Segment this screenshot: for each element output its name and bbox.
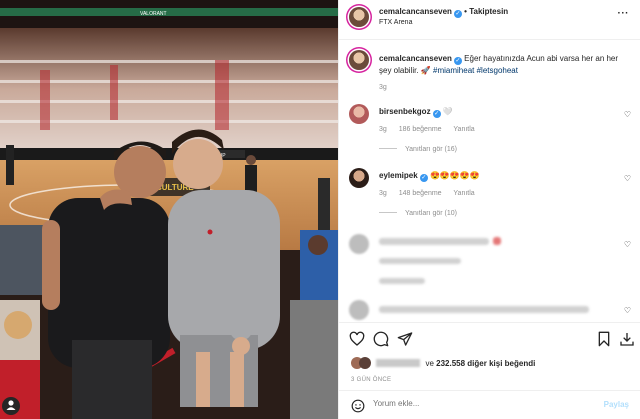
blurred-liker-name: [376, 359, 421, 367]
post-caption: cemalcancanseven ✓ Eğer hayatınızda Acun …: [339, 44, 640, 94]
like-comment-icon[interactable]: ♡: [624, 110, 631, 119]
view-replies-label: Yanıtları gör (10): [405, 210, 458, 217]
comment-input[interactable]: [373, 399, 593, 408]
blurred-text: [379, 306, 589, 313]
more-options-icon[interactable]: ···: [618, 8, 630, 19]
comment-avatar[interactable]: [349, 168, 369, 188]
caption-hashtags[interactable]: #miamiheat #letsgoheat: [433, 66, 518, 75]
add-comment-bar: Paylaş: [339, 390, 640, 419]
comment-username[interactable]: birsenbekgoz: [379, 107, 431, 116]
blurred-emoji: [493, 237, 501, 245]
verified-badge-icon: ✓: [453, 10, 462, 18]
author-avatar[interactable]: [349, 7, 369, 27]
rocket-emoji: 🚀: [420, 66, 431, 75]
comment-avatar: [349, 234, 369, 254]
view-replies[interactable]: Yanıtları gör (16): [379, 146, 457, 153]
likes-count[interactable]: 232.558 diğer kişi beğendi: [436, 359, 535, 368]
post-location[interactable]: FTX Arena: [379, 19, 412, 26]
caption-text-block: cemalcancanseven ✓ Eğer hayatınızda Acun …: [379, 53, 629, 76]
caption-username[interactable]: cemalcancanseven: [379, 54, 452, 63]
comment-avatar: [349, 300, 369, 320]
likes-connector: ve: [425, 359, 434, 368]
comment-text: 🤍: [442, 107, 453, 116]
share-icon[interactable]: [397, 331, 413, 347]
author-line: cemalcancanseven ✓ • Takiptesin: [379, 7, 509, 18]
blurred-text: [379, 238, 489, 245]
comment-meta: 3g 148 beğenme Yanıtla: [379, 190, 485, 197]
view-replies[interactable]: Yanıtları gör (10): [379, 210, 457, 217]
comment-likes[interactable]: 148 beğenme: [399, 190, 442, 197]
comment-avatar[interactable]: [349, 104, 369, 124]
post-date: 3 GÜN ÖNCE: [351, 377, 392, 383]
download-icon[interactable]: [619, 331, 635, 347]
likes-summary[interactable]: ve 232.558 diğer kişi beğendi: [351, 357, 535, 369]
blurred-text: [379, 278, 425, 284]
comment-text: 😍😍😍😍😍: [429, 171, 480, 180]
author-username[interactable]: cemalcancanseven: [379, 7, 452, 16]
post-sidebar: cemalcancanseven ✓ • Takiptesin FTX Arena…: [338, 0, 640, 419]
comment-likes[interactable]: 186 beğenme: [399, 126, 442, 133]
save-bookmark-icon[interactable]: [597, 331, 611, 347]
post-photo[interactable]: VALORANT BACKUP CULTURE: [0, 0, 338, 419]
following-status[interactable]: Takiptesin: [469, 7, 508, 16]
comment-icon[interactable]: [373, 331, 389, 347]
comment-time: 3g: [379, 126, 387, 133]
post-header: cemalcancanseven ✓ • Takiptesin FTX Arena…: [339, 0, 640, 40]
emoji-icon[interactable]: [351, 399, 365, 413]
like-comment-icon[interactable]: ♡: [624, 240, 631, 249]
jumbotron-text: VALORANT: [140, 11, 167, 17]
blurred-text: [379, 258, 461, 264]
like-comment-icon[interactable]: ♡: [624, 306, 631, 315]
tagged-users-icon[interactable]: [2, 397, 20, 415]
comment-line: birsenbekgoz ✓ 🤍: [379, 107, 453, 118]
verified-badge-icon: ✓: [453, 57, 462, 65]
view-replies-label: Yanıtları gör (16): [405, 146, 458, 153]
caption-author-avatar[interactable]: [349, 50, 369, 70]
reply-button[interactable]: Yanıtla: [453, 126, 474, 133]
comment-meta: 3g 186 beğenme Yanıtla: [379, 126, 485, 133]
like-comment-icon[interactable]: ♡: [624, 174, 631, 183]
comment-username[interactable]: eylemipek: [379, 171, 418, 180]
post-comment-button[interactable]: Paylaş: [604, 400, 629, 409]
reply-button[interactable]: Yanıtla: [453, 190, 474, 197]
comment-time: 3g: [379, 190, 387, 197]
photo-scene: VALORANT BACKUP CULTURE: [0, 0, 338, 419]
verified-badge-icon: ✓: [419, 174, 428, 182]
like-icon[interactable]: [349, 331, 365, 347]
verified-badge-icon: ✓: [432, 110, 441, 118]
comment-line: eylemipek ✓ 😍😍😍😍😍: [379, 171, 480, 182]
caption-time: 3g: [379, 84, 387, 91]
liker-avatar: [359, 357, 371, 369]
